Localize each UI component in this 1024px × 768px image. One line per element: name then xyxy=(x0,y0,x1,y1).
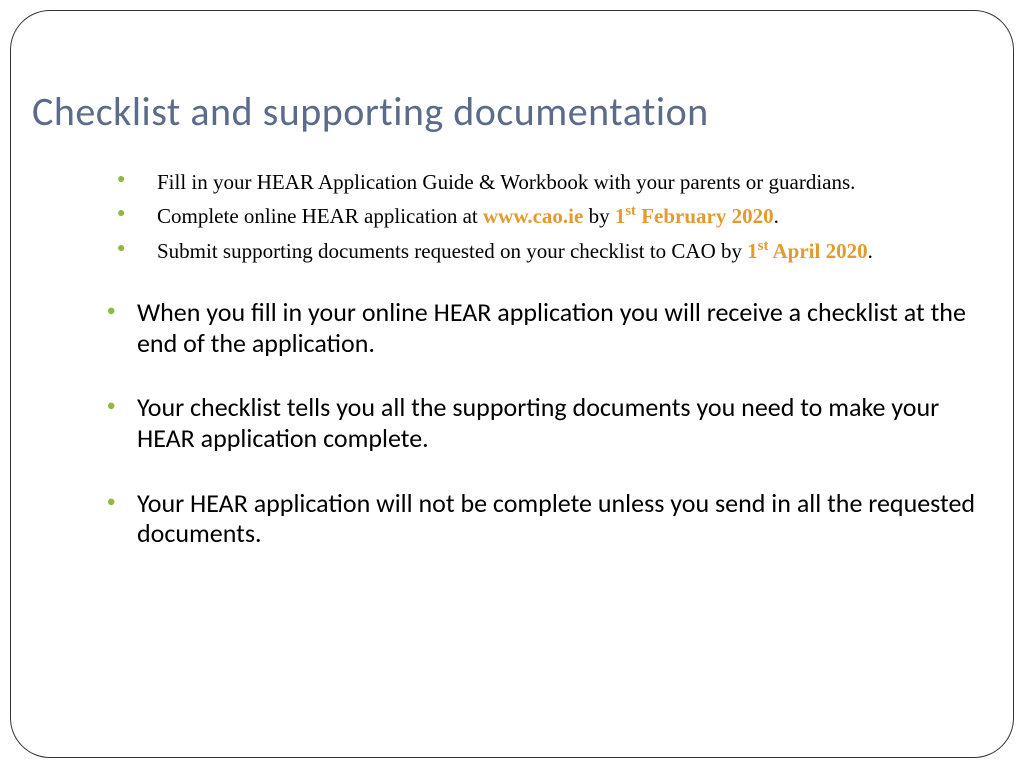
bullet-item-1: Fill in your HEAR Application Guide & Wo… xyxy=(117,168,992,196)
slide-content: Checklist and supporting documentation F… xyxy=(12,12,1012,756)
bullet-text: When you fill in your online HEAR applic… xyxy=(137,296,966,359)
bullet-text: Your HEAR application will not be comple… xyxy=(137,487,975,550)
large-bullet-list: When you fill in your online HEAR applic… xyxy=(32,297,992,549)
bullet-suffix: . xyxy=(774,204,779,228)
bullet-text: Fill in your HEAR Application Guide & Wo… xyxy=(157,170,855,194)
bullet-mid: by xyxy=(583,204,615,228)
date-highlight: 1st April 2020 xyxy=(747,239,867,263)
page-title: Checklist and supporting documentation xyxy=(32,87,992,136)
large-bullet-item-3: Your HEAR application will not be comple… xyxy=(107,488,992,549)
bullet-prefix: Complete online HEAR application at xyxy=(157,204,483,228)
bullet-prefix: Submit supporting documents requested on… xyxy=(157,239,747,263)
bullet-item-2: Complete online HEAR application at www.… xyxy=(117,202,992,230)
bullet-item-3: Submit supporting documents requested on… xyxy=(117,237,992,265)
small-bullet-list: Fill in your HEAR Application Guide & Wo… xyxy=(32,168,992,265)
bullet-text: Your checklist tells you all the support… xyxy=(137,391,939,454)
large-bullet-item-1: When you fill in your online HEAR applic… xyxy=(107,297,992,358)
date-highlight: 1st February 2020 xyxy=(615,204,774,228)
bullet-suffix: . xyxy=(868,239,873,263)
large-bullet-item-2: Your checklist tells you all the support… xyxy=(107,392,992,453)
cao-link: www.cao.ie xyxy=(483,204,583,228)
